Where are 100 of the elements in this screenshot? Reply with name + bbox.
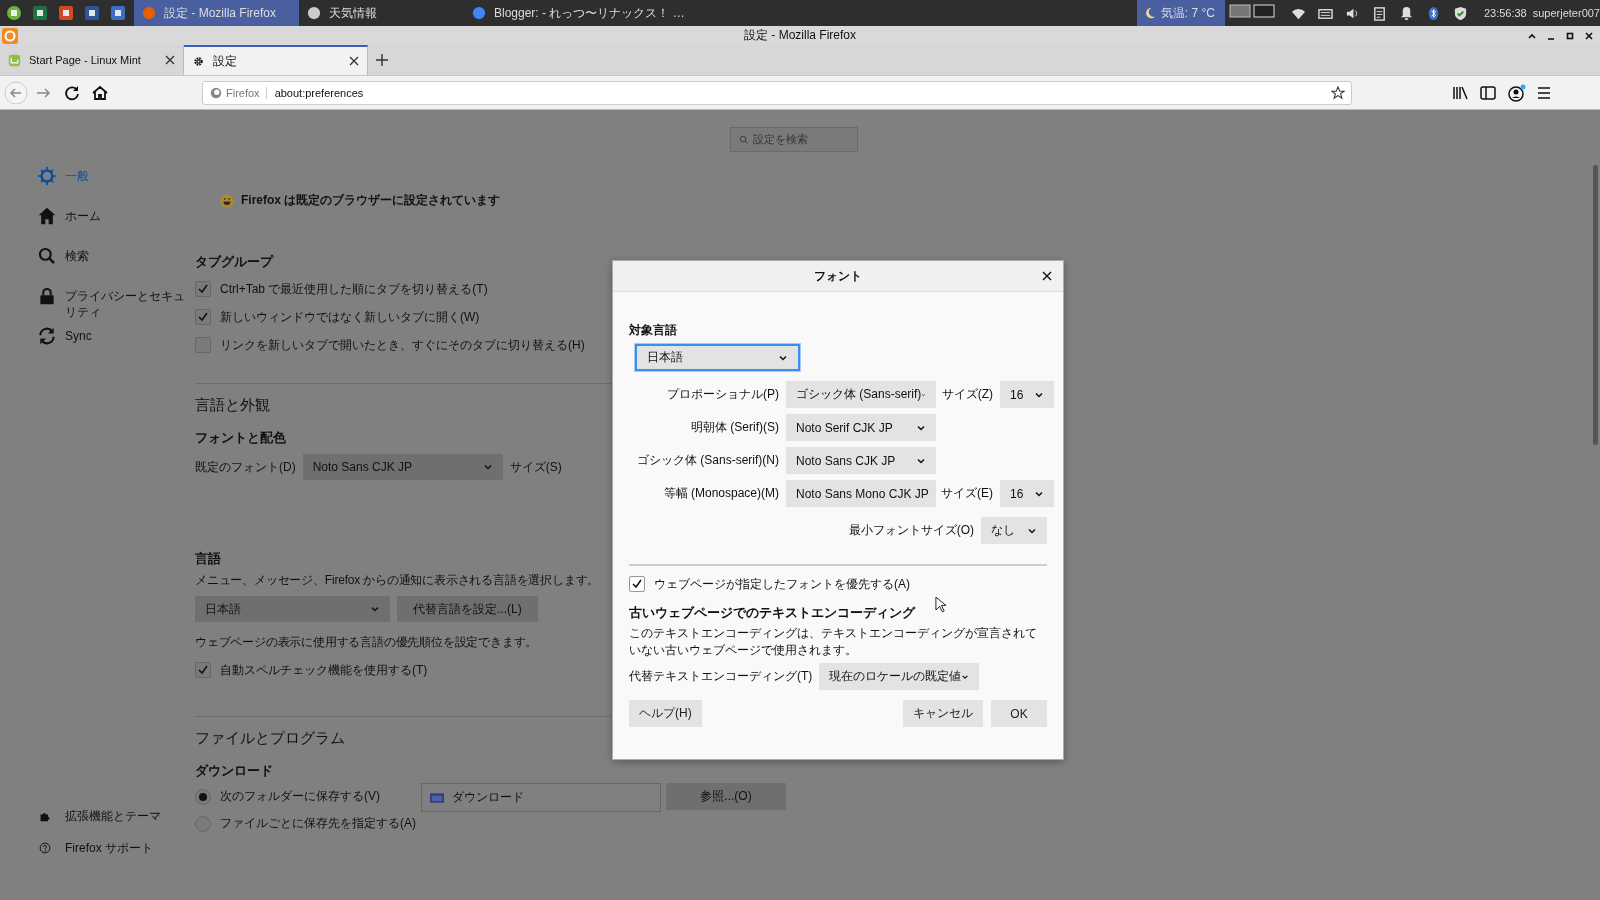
taskbar-window-button[interactable]: 天気情報 (299, 0, 464, 26)
taskbar-window-button[interactable]: Blogger: - れっつ〜リナックス！ … (464, 0, 693, 26)
close-icon[interactable] (1042, 271, 1052, 281)
checkbox-label: Ctrl+Tab で最近使用した順にタブを切り替える(T) (220, 280, 488, 298)
language-dropdown[interactable]: 日本語 (195, 596, 390, 622)
radio-label: 次のフォルダーに保存する(V) (220, 788, 380, 805)
checkbox-label: 自動スペルチェック機能を使用する(T) (220, 661, 428, 679)
section-subheading: ダウンロード (195, 762, 273, 780)
font-dropdown[interactable]: Noto Sans CJK JP (786, 447, 936, 474)
mint-launcher-icon[interactable] (6, 5, 22, 21)
smiley-icon (220, 193, 234, 208)
radio-button[interactable] (195, 815, 211, 832)
font-dropdown[interactable]: Noto Sans CJK JP (302, 454, 503, 480)
folder-field[interactable]: ダウンロード (421, 783, 661, 812)
checkbox[interactable] (195, 281, 211, 297)
description-text: ウェブページの表示に使用する言語の優先順位を設定できます。 (195, 634, 538, 651)
home-icon (37, 206, 57, 226)
mouse-pointer-icon (935, 596, 946, 613)
url-text: about:preferences (274, 86, 364, 99)
sidebar-link[interactable]: 拡張機能とテーマ (39, 800, 195, 832)
spreadsheet-launcher-icon[interactable] (32, 5, 48, 21)
section-heading: 言語と外観 (195, 396, 270, 415)
search-icon (739, 134, 749, 145)
section-subheading: フォントと配色 (195, 429, 286, 447)
radio-button[interactable] (195, 788, 211, 805)
clipboard-icon[interactable] (1371, 5, 1387, 21)
shield-icon[interactable] (1452, 5, 1468, 21)
section-heading: ファイルとプログラム (195, 729, 345, 748)
close-icon[interactable] (165, 55, 175, 65)
scrollbar[interactable] (1593, 165, 1598, 445)
checkbox[interactable] (195, 662, 211, 678)
browse-button[interactable]: 参照...(O) (666, 783, 786, 810)
gear-icon (192, 54, 205, 68)
encoding-dropdown[interactable]: 現在のロケールの既定値 (819, 663, 980, 690)
radio-label: ファイルごとに保存先を指定する(A) (220, 815, 416, 832)
field-label: 既定のフォント(D) (195, 458, 296, 476)
identity-label: Firefox (223, 86, 267, 99)
search-icon (37, 246, 57, 266)
mint-icon (8, 53, 21, 67)
field-label: 等幅 (Monospace)(M) (663, 485, 779, 502)
close-icon[interactable] (349, 56, 359, 66)
document-launcher-icon[interactable] (84, 5, 100, 21)
field-label: 明朝体 (Serif)(S) (691, 419, 779, 436)
browser-logo-icon (2, 27, 18, 44)
user-name: superjeter007 (1532, 7, 1600, 19)
gear-icon (37, 166, 57, 186)
sidebar-link[interactable]: Firefox サポート (39, 832, 195, 864)
size-dropdown[interactable]: 16 (1000, 480, 1054, 507)
calendar-launcher-icon[interactable] (110, 5, 126, 21)
font-dropdown[interactable]: ゴシック体 (Sans-serif) (786, 381, 936, 408)
minimum-size-dropdown[interactable]: なし (981, 517, 1047, 544)
chevron-icon (370, 604, 380, 614)
field-label: プロポーショナル(P) (667, 386, 779, 403)
field-label: サイズ(S) (509, 458, 562, 476)
field-label: 代替テキストエンコーディング(T) (629, 668, 813, 685)
description-text: このテキストエンコーディングは、テキストエンコーディングが宣言されていない古いウェブページで使用されます。 (629, 625, 1038, 659)
help-icon (39, 842, 51, 854)
new-tab-icon[interactable] (376, 54, 388, 66)
sidebar-item[interactable]: 検索 (37, 248, 197, 288)
checkbox-label: リンクを新しいタブで開いたとき、すぐにそのタブに切り替える(H) (220, 336, 585, 354)
checkbox[interactable] (195, 309, 211, 325)
sidebar-item[interactable]: ホーム (37, 208, 197, 248)
checkbox[interactable] (195, 337, 211, 353)
puzzle-icon (39, 810, 51, 822)
help-button[interactable]: ヘルプ(H) (629, 700, 702, 727)
cancel-button[interactable]: キャンセル (903, 700, 983, 727)
dialog-title: フォント (814, 267, 862, 285)
size-dropdown[interactable]: 16 (1000, 381, 1054, 408)
font-dropdown[interactable]: Noto Serif CJK JP (786, 414, 936, 441)
section-subheading: タブグループ (195, 253, 273, 271)
bookmark-star-icon[interactable] (1331, 85, 1345, 100)
taskbar-window-button[interactable]: 設定 - Mozilla Firefox (134, 0, 299, 26)
checkbox-label: ウェブページが指定したフォントを優先する(A) (654, 575, 910, 593)
lock-icon (37, 286, 57, 306)
alternative-languages-button[interactable]: 代替言語を設定...(L) (397, 596, 538, 622)
field-label: サイズ(E) (941, 485, 993, 502)
clock: 23:56:38 (1483, 7, 1527, 19)
checkbox[interactable] (629, 576, 645, 592)
weather-applet[interactable]: 気温: 7 °C (1136, 0, 1225, 26)
field-label: ゴシック体 (Sans-serif)(N) (637, 452, 779, 469)
chevron-icon (482, 462, 493, 472)
window-title: 設定 - Mozilla Firefox (744, 27, 856, 44)
close-icon[interactable] (1584, 30, 1594, 41)
language-dropdown[interactable]: 日本語 (635, 344, 800, 371)
sidebar-item[interactable]: プライバシーとセキュリティ (37, 288, 197, 328)
maximize-icon[interactable] (1565, 30, 1575, 41)
address-bar[interactable]: Firefox about:preferences (202, 80, 1352, 105)
font-dropdown[interactable]: Noto Sans Mono CJK JP (786, 480, 936, 507)
browser-tab[interactable]: 設定 (184, 45, 368, 75)
sync-icon (37, 326, 57, 346)
ok-button[interactable]: OK (991, 700, 1047, 727)
checkbox-label: 新しいウィンドウではなく新しいタブに開く(W) (220, 308, 480, 326)
default-browser-note: Firefox は既定のブラウザーに設定されています (241, 192, 501, 209)
folder-icon (430, 792, 444, 803)
section-heading: 古いウェブページでのテキストエンコーディング (629, 605, 915, 622)
browser-identity-icon (209, 85, 223, 100)
sidebar-item[interactable]: Sync (37, 328, 197, 368)
presentation-launcher-icon[interactable] (58, 5, 74, 21)
section-subheading: 言語 (195, 550, 221, 568)
field-label: 最小フォントサイズ(O) (848, 522, 974, 539)
